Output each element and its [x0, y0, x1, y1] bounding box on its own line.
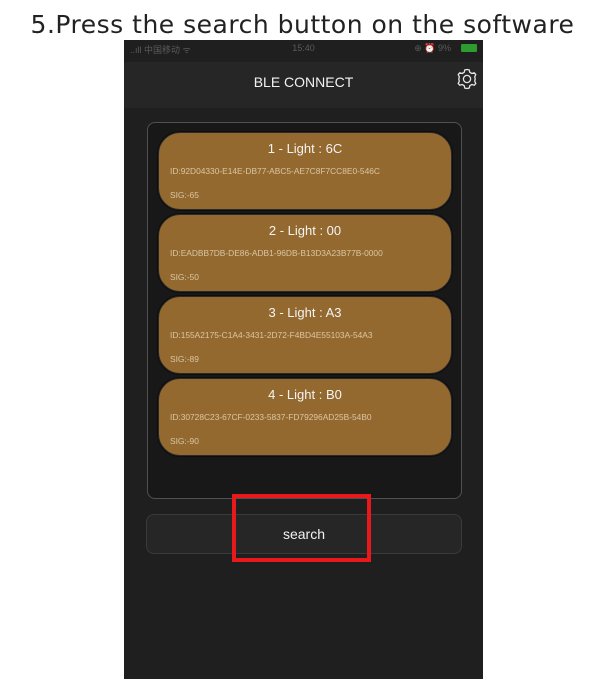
device-name: 3 - Light : A3 — [268, 305, 342, 320]
device-list: 1 - Light : 6C ID:92D04330-E14E-DB77-ABC… — [147, 122, 462, 511]
device-signal: SIG:-65 — [170, 190, 199, 200]
navbar: BLE CONNECT — [124, 62, 483, 108]
device-id: ID:92D04330-E14E-DB77-ABC5-AE7C8F7CC8E0-… — [170, 166, 380, 176]
battery-icon — [461, 44, 477, 52]
device-name: 2 - Light : 00 — [268, 223, 342, 238]
page-title: BLE CONNECT — [253, 74, 354, 90]
highlight-box — [232, 494, 371, 562]
device-signal: SIG:-90 — [170, 436, 199, 446]
device-card[interactable]: 4 - Light : B0 ID:30728C23-67CF-0233-583… — [158, 378, 452, 456]
device-signal: SIG:-89 — [170, 354, 199, 364]
gear-icon[interactable] — [455, 67, 479, 91]
device-card[interactable]: 3 - Light : A3 ID:155A2175-C1A4-3431-2D7… — [158, 296, 452, 374]
phone-screen: ..ıll 中国移动 ᯤ 15:40 ⊕ ⏰ 9% BLE CONNECT 1 … — [124, 40, 483, 679]
device-name: 1 - Light : 6C — [267, 141, 343, 156]
instruction-caption: 5.Press the search button on the softwar… — [30, 10, 575, 39]
device-id: ID:155A2175-C1A4-3431-2D72-F4BD4E55103A-… — [170, 330, 373, 340]
device-card[interactable]: 1 - Light : 6C ID:92D04330-E14E-DB77-ABC… — [158, 132, 452, 210]
device-card[interactable]: 2 - Light : 00 ID:EADBB7DB-DE86-ADB1-96D… — [158, 214, 452, 292]
device-signal: SIG:-50 — [170, 272, 199, 282]
status-bar: ..ıll 中国移动 ᯤ 15:40 ⊕ ⏰ 9% — [124, 40, 483, 62]
status-indicators: ⊕ ⏰ 9% — [414, 43, 451, 53]
device-id: ID:30728C23-67CF-0233-5837-FD79296AD25B-… — [170, 412, 372, 422]
device-name: 4 - Light : B0 — [268, 387, 342, 402]
device-id: ID:EADBB7DB-DE86-ADB1-96DB-B13D3A23B77B-… — [170, 248, 383, 258]
